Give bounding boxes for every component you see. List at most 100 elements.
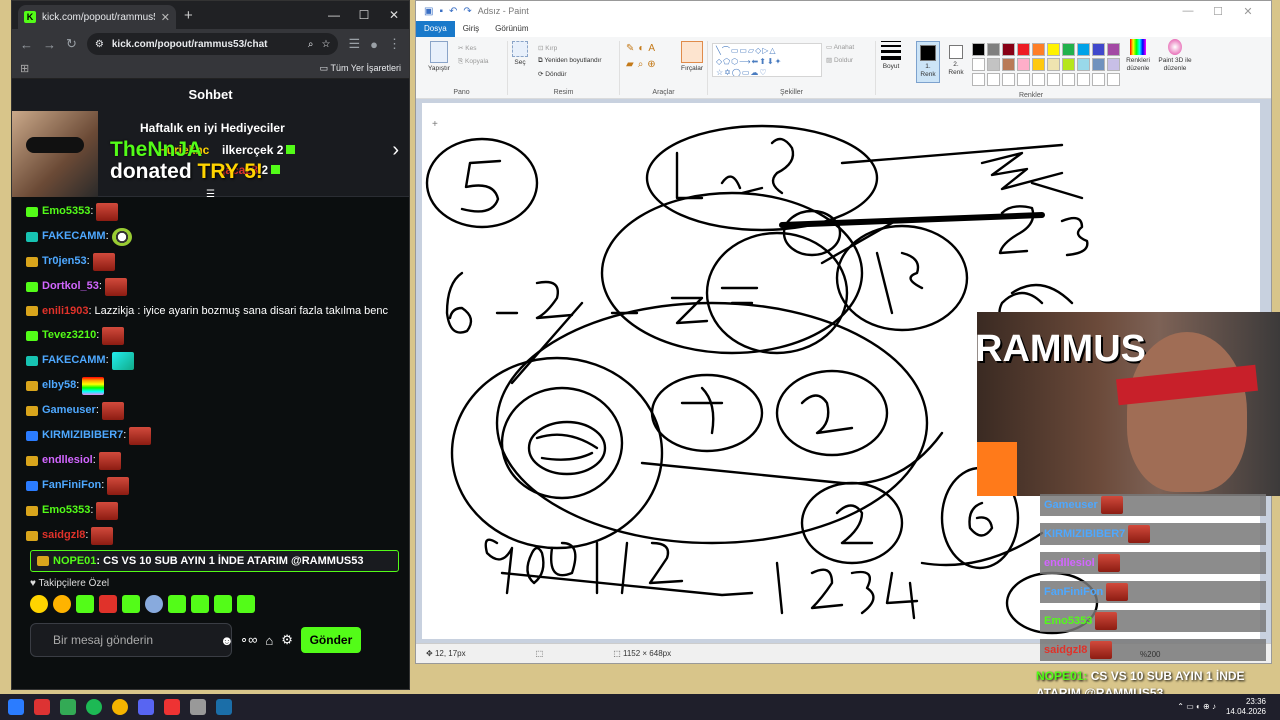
palette-swatch[interactable] <box>1017 43 1030 56</box>
palette-swatch[interactable] <box>1077 58 1090 71</box>
send-button[interactable]: Gönder <box>300 627 361 653</box>
back-icon[interactable]: ← <box>20 37 33 52</box>
chat-username[interactable]: saidgzl8 <box>42 523 85 548</box>
size-button[interactable]: Boyut <box>876 41 906 71</box>
chrome-icon[interactable] <box>112 699 128 715</box>
chat-input[interactable] <box>53 633 208 647</box>
pinned-message[interactable]: NOPE01: CS VS 10 SUB AYIN 1 İNDE ATARIM … <box>30 550 399 572</box>
color1-button[interactable]: 1. Renk <box>916 41 940 83</box>
select-button[interactable]: Seç <box>508 41 532 67</box>
emote-icon[interactable] <box>214 595 232 613</box>
tools-icons-2[interactable]: ▰⌕⊕ <box>626 59 660 70</box>
start-icon[interactable] <box>8 699 24 715</box>
edit-colors-button[interactable]: Renkleri düzenle <box>1120 39 1156 73</box>
chat-username[interactable]: FAKECAMM <box>42 348 106 373</box>
xbox-icon[interactable] <box>60 699 76 715</box>
emote-icon[interactable] <box>53 595 71 613</box>
voicemeeter-icon[interactable] <box>34 699 50 715</box>
drag-handle-icon[interactable]: ☰ <box>206 189 215 200</box>
palette-swatch[interactable] <box>1077 43 1090 56</box>
chat-username[interactable]: enili1903 <box>42 305 88 317</box>
zoom-icon[interactable]: ⌕ <box>308 39 314 50</box>
menu-giris[interactable]: Giriş <box>455 21 487 37</box>
app-icon[interactable] <box>190 699 206 715</box>
crop-button[interactable]: ⊡ Kırp <box>538 44 557 52</box>
palette-swatch[interactable] <box>1032 58 1045 71</box>
palette-swatch[interactable] <box>1107 58 1120 71</box>
settings-icon[interactable]: ⚙ <box>281 632 293 648</box>
palette-swatch-empty[interactable] <box>1047 73 1060 86</box>
maximize-icon[interactable]: ☐ <box>1203 5 1233 18</box>
discord-icon[interactable] <box>138 699 154 715</box>
chat-username[interactable]: endllesiol <box>42 448 93 473</box>
emote-icon[interactable] <box>191 595 209 613</box>
undo-icon[interactable]: ↶ <box>449 6 457 17</box>
forward-icon[interactable]: → <box>43 37 56 52</box>
palette-swatch[interactable] <box>1002 43 1015 56</box>
shapes-gallery[interactable]: ╲⌒▭▭▱◇▷△ ◇⬠⬡⟶⬅⬆⬇✦ ☆✡◯▭☁♡ <box>712 43 822 77</box>
brushes-button[interactable]: Fırçalar <box>678 41 706 73</box>
palette-swatch-empty[interactable] <box>1002 73 1015 86</box>
steam-icon[interactable] <box>216 699 232 715</box>
chat-username[interactable]: Dortkol_53 <box>42 274 99 299</box>
chat-username[interactable]: elby58 <box>42 373 76 398</box>
copy-button[interactable]: ⎘ Kopyala <box>458 58 489 66</box>
palette-swatch[interactable] <box>972 58 985 71</box>
emote-icon[interactable] <box>76 595 94 613</box>
maximize-icon[interactable]: ☐ <box>349 8 379 22</box>
chat-username[interactable]: KIRMIZIBIBER7 <box>42 423 123 448</box>
paint3d-button[interactable]: Paint 3D ile düzenle <box>1156 39 1194 73</box>
palette-swatch[interactable] <box>1047 58 1060 71</box>
spotify-icon[interactable] <box>86 699 102 715</box>
menu-icon[interactable]: ⋮ <box>388 36 401 52</box>
reload-icon[interactable]: ↻ <box>66 36 77 52</box>
color2-button[interactable]: 2. Renk <box>944 41 968 83</box>
palette-swatch[interactable] <box>1017 58 1030 71</box>
emoji-picker-icon[interactable]: ☻ <box>220 633 234 648</box>
emote-icon[interactable] <box>30 595 48 613</box>
extensions-icon[interactable]: ☰ <box>348 36 360 52</box>
emote-icon[interactable] <box>122 595 140 613</box>
palette-swatch-empty[interactable] <box>1017 73 1030 86</box>
palette-swatch[interactable] <box>1032 43 1045 56</box>
minimize-icon[interactable]: — <box>319 8 349 22</box>
palette-swatch[interactable] <box>1047 43 1060 56</box>
emote-icon[interactable] <box>237 595 255 613</box>
menu-gorunum[interactable]: Görünüm <box>487 21 536 37</box>
palette-swatch-empty[interactable] <box>972 73 985 86</box>
youtube-icon[interactable] <box>164 699 180 715</box>
palette-swatch[interactable] <box>1107 43 1120 56</box>
chat-username[interactable]: Tevez3210 <box>42 323 96 348</box>
all-bookmarks[interactable]: ▭ Tüm Yer İşaretleri <box>320 63 401 74</box>
chat-username[interactable]: Emo5353 <box>42 199 90 224</box>
close-window-icon[interactable]: ✕ <box>1233 5 1263 18</box>
resize-button[interactable]: ⧉ Yeniden boyutlandır <box>538 57 602 65</box>
fill-button[interactable]: ▨ Doldur <box>826 56 853 64</box>
store-icon[interactable]: ⌂ <box>265 633 273 648</box>
bookmark-star-icon[interactable]: ☆ <box>322 39 331 50</box>
palette-swatch[interactable] <box>972 43 985 56</box>
chat-username[interactable]: Emo5353 <box>42 498 90 523</box>
rotate-button[interactable]: ⟳ Döndür <box>538 70 567 78</box>
clock[interactable]: 23:36 14.04.2026 <box>1226 697 1266 717</box>
outline-button[interactable]: ▭ Anahat <box>826 43 854 51</box>
menu-dosya[interactable]: Dosya <box>416 21 455 37</box>
chat-username[interactable]: Tr0jen53 <box>42 249 87 274</box>
palette-swatch-empty[interactable] <box>1092 73 1105 86</box>
site-info-icon[interactable]: ⚙ <box>95 39 104 50</box>
palette-swatch[interactable] <box>1092 43 1105 56</box>
emote-icon[interactable] <box>168 595 186 613</box>
palette-swatch[interactable] <box>987 43 1000 56</box>
emote-icon[interactable] <box>145 595 163 613</box>
tools-icons[interactable]: ✎◐A <box>626 43 659 54</box>
close-window-icon[interactable]: ✕ <box>379 8 409 22</box>
save-icon[interactable]: ▪ <box>439 6 443 17</box>
palette-swatch[interactable] <box>1092 58 1105 71</box>
browser-tab[interactable]: K kick.com/popout/rammus53/ch ✕ <box>18 5 176 29</box>
paste-button[interactable]: Yapıştır <box>422 41 456 73</box>
palette-swatch-empty[interactable] <box>987 73 1000 86</box>
chevron-right-icon[interactable]: › <box>392 139 399 162</box>
minimize-icon[interactable]: — <box>1173 5 1203 18</box>
emote-icon[interactable] <box>99 595 117 613</box>
chat-username[interactable]: FAKECAMM <box>42 224 106 249</box>
